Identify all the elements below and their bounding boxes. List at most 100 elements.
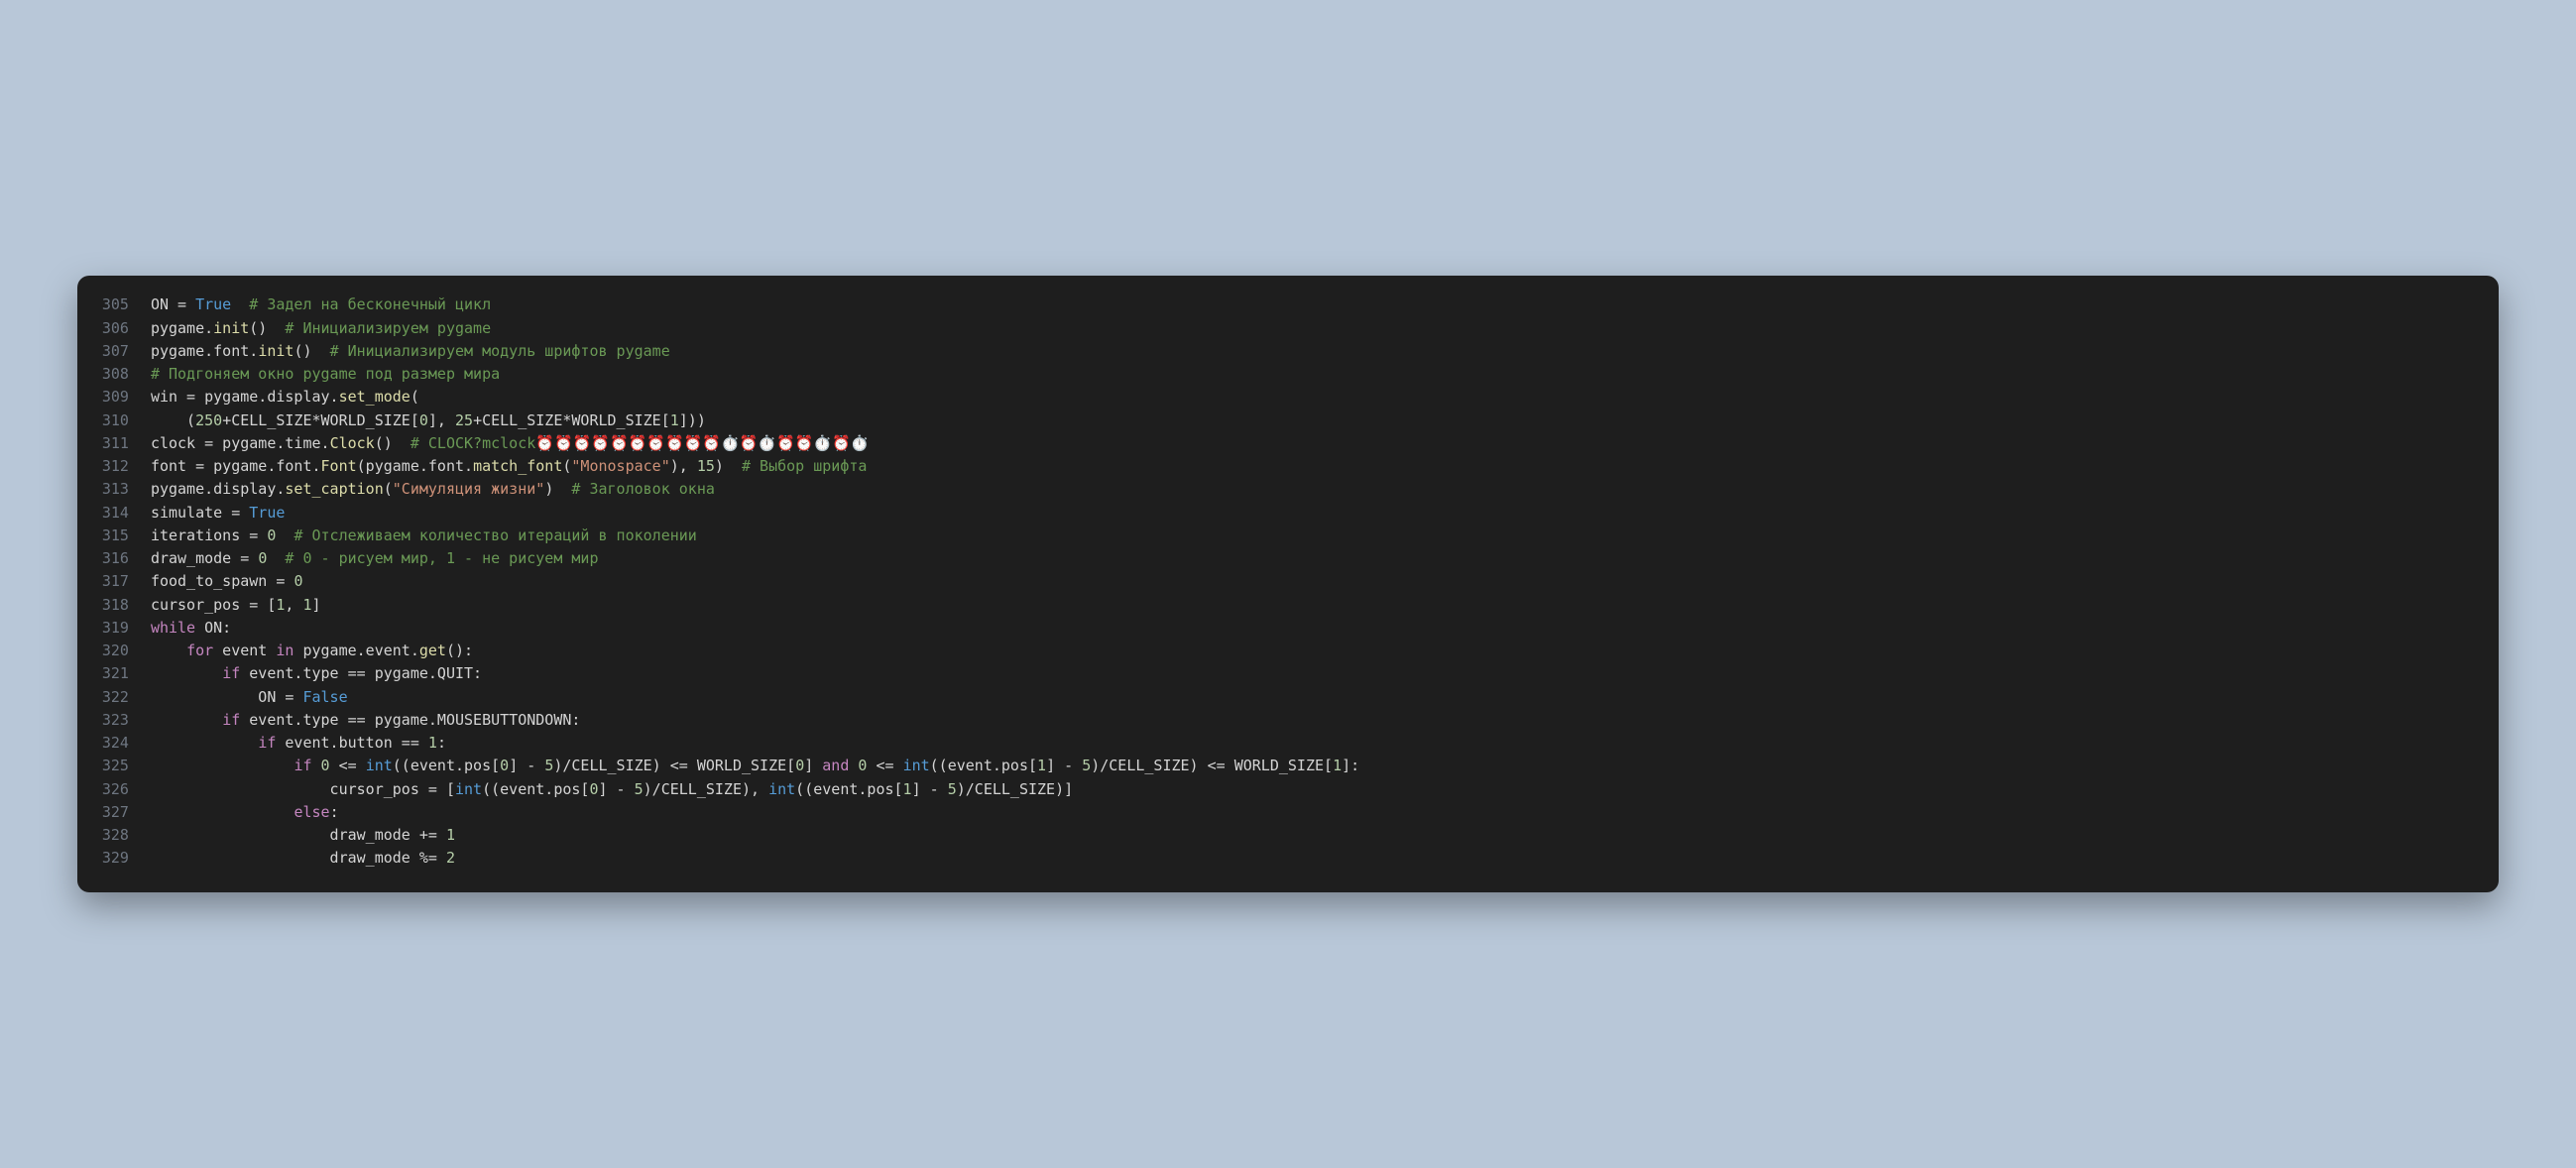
code-line[interactable]: 310 (250+CELL_SIZE*WORLD_SIZE[0], 25+CEL… — [77, 409, 2499, 432]
line-content[interactable]: pygame.display.set_caption("Симуляция жи… — [151, 478, 2499, 501]
line-content[interactable]: (250+CELL_SIZE*WORLD_SIZE[0], 25+CELL_SI… — [151, 409, 2499, 432]
token-cmt: # Заголовок окна — [571, 480, 715, 498]
token-fn: init — [213, 319, 249, 337]
line-content[interactable]: draw_mode %= 2 — [151, 847, 2499, 870]
code-line[interactable]: 322 ON = False — [77, 686, 2499, 709]
code-line[interactable]: 329 draw_mode %= 2 — [77, 847, 2499, 870]
line-content[interactable]: cursor_pos = [1, 1] — [151, 594, 2499, 617]
token-plain: ] - — [912, 780, 948, 798]
token-plain: ] - — [509, 757, 544, 774]
code-line[interactable]: 316draw_mode = 0 # 0 - рисуем мир, 1 - н… — [77, 547, 2499, 570]
line-content[interactable]: iterations = 0 # Отслеживаем количество … — [151, 525, 2499, 547]
code-line[interactable]: 315iterations = 0 # Отслеживаем количест… — [77, 525, 2499, 547]
token-cmt: # Инициализируем модуль шрифтов pygame — [330, 342, 670, 360]
token-num: 0 — [258, 549, 267, 567]
token-plain: ] - — [1046, 757, 1082, 774]
line-number: 319 — [77, 617, 151, 640]
token-plain: ( — [410, 388, 419, 406]
code-line[interactable]: 319while ON: — [77, 617, 2499, 640]
line-content[interactable]: ON = True # Задел на бесконечный цикл — [151, 293, 2499, 316]
token-plain: <= — [867, 757, 902, 774]
token-plain: ( — [384, 480, 393, 498]
code-line[interactable]: 321 if event.type == pygame.QUIT: — [77, 662, 2499, 685]
code-line[interactable]: 318cursor_pos = [1, 1] — [77, 594, 2499, 617]
token-plain: () — [375, 434, 410, 452]
token-plain: ) — [544, 480, 571, 498]
code-line[interactable]: 327 else: — [77, 801, 2499, 824]
line-content[interactable]: ON = False — [151, 686, 2499, 709]
code-line[interactable]: 320 for event in pygame.event.get(): — [77, 640, 2499, 662]
code-line[interactable]: 312font = pygame.font.Font(pygame.font.m… — [77, 455, 2499, 478]
token-cmt: # Выбор шрифта — [742, 457, 867, 475]
line-number: 314 — [77, 502, 151, 525]
line-number: 327 — [77, 801, 151, 824]
code-line[interactable]: 308# Подгоняем окно pygame под размер ми… — [77, 363, 2499, 386]
token-bltn: int — [455, 780, 482, 798]
token-plain: simulate = — [151, 504, 249, 522]
line-content[interactable]: for event in pygame.event.get(): — [151, 640, 2499, 662]
code-line[interactable]: 328 draw_mode += 1 — [77, 824, 2499, 847]
token-plain: ]: — [1342, 757, 1359, 774]
line-content[interactable]: if event.type == pygame.QUIT: — [151, 662, 2499, 685]
line-content[interactable]: cursor_pos = [int((event.pos[0] - 5)/CEL… — [151, 778, 2499, 801]
token-plain: clock = pygame.time. — [151, 434, 330, 452]
line-content[interactable]: simulate = True — [151, 502, 2499, 525]
token-cmt: # Задел на бесконечный цикл — [249, 295, 491, 313]
token-num: 0 — [419, 411, 428, 429]
token-plain: food_to_spawn = — [151, 572, 294, 590]
token-num: 1 — [903, 780, 912, 798]
token-num: 0 — [293, 572, 302, 590]
code-line[interactable]: 317food_to_spawn = 0 — [77, 570, 2499, 593]
line-content[interactable]: pygame.font.init() # Инициализируем моду… — [151, 340, 2499, 363]
code-line[interactable]: 324 if event.button == 1: — [77, 732, 2499, 755]
token-plain: draw_mode %= — [151, 849, 446, 867]
token-kw: while — [151, 619, 195, 637]
code-line[interactable]: 311clock = pygame.time.Clock() # CLOCK?m… — [77, 432, 2499, 455]
code-line[interactable]: 323 if event.type == pygame.MOUSEBUTTOND… — [77, 709, 2499, 732]
token-bltn: int — [768, 780, 795, 798]
line-content[interactable]: draw_mode = 0 # 0 - рисуем мир, 1 - не р… — [151, 547, 2499, 570]
token-plain: cursor_pos = [ — [151, 780, 455, 798]
token-fn: set_mode — [339, 388, 410, 406]
token-num: 5 — [1082, 757, 1091, 774]
token-num: 2 — [446, 849, 455, 867]
token-plain: event — [213, 642, 276, 659]
line-content[interactable]: else: — [151, 801, 2499, 824]
code-line[interactable]: 313pygame.display.set_caption("Симуляция… — [77, 478, 2499, 501]
code-line[interactable]: 314simulate = True — [77, 502, 2499, 525]
code-line[interactable]: 309win = pygame.display.set_mode( — [77, 386, 2499, 409]
line-content[interactable]: win = pygame.display.set_mode( — [151, 386, 2499, 409]
token-plain: pygame.display. — [151, 480, 285, 498]
token-plain: event.type == pygame.MOUSEBUTTONDOWN: — [240, 711, 580, 729]
code-line[interactable]: 305ON = True # Задел на бесконечный цикл — [77, 293, 2499, 316]
code-line[interactable]: 326 cursor_pos = [int((event.pos[0] - 5)… — [77, 778, 2499, 801]
token-fn: init — [258, 342, 293, 360]
line-content[interactable]: pygame.init() # Инициализируем pygame — [151, 317, 2499, 340]
token-kw: if — [222, 664, 240, 682]
line-content[interactable]: while ON: — [151, 617, 2499, 640]
code-line[interactable]: 307pygame.font.init() # Инициализируем м… — [77, 340, 2499, 363]
line-content[interactable]: if 0 <= int((event.pos[0] - 5)/CELL_SIZE… — [151, 755, 2499, 777]
token-kw: and — [822, 757, 849, 774]
token-plain: pygame. — [151, 319, 213, 337]
line-content[interactable]: # Подгоняем окно pygame под размер мира — [151, 363, 2499, 386]
code-editor[interactable]: 305ON = True # Задел на бесконечный цикл… — [77, 276, 2499, 891]
code-line[interactable]: 325 if 0 <= int((event.pos[0] - 5)/CELL_… — [77, 755, 2499, 777]
line-content[interactable]: if event.button == 1: — [151, 732, 2499, 755]
token-bltn: True — [195, 295, 231, 313]
token-plain: win = pygame.display. — [151, 388, 339, 406]
line-content[interactable]: clock = pygame.time.Clock() # CLOCK?mclo… — [151, 432, 2499, 455]
line-content[interactable]: font = pygame.font.Font(pygame.font.matc… — [151, 455, 2499, 478]
code-line[interactable]: 306pygame.init() # Инициализируем pygame — [77, 317, 2499, 340]
line-content[interactable]: if event.type == pygame.MOUSEBUTTONDOWN: — [151, 709, 2499, 732]
line-number: 322 — [77, 686, 151, 709]
token-plain: ((event.pos[ — [482, 780, 589, 798]
token-plain: ((event.pos[ — [393, 757, 500, 774]
token-plain: draw_mode = — [151, 549, 258, 567]
line-content[interactable]: food_to_spawn = 0 — [151, 570, 2499, 593]
token-num: 5 — [948, 780, 957, 798]
line-content[interactable]: draw_mode += 1 — [151, 824, 2499, 847]
token-fn: get — [419, 642, 446, 659]
token-bltn: False — [302, 688, 347, 706]
token-plain: , — [285, 596, 302, 614]
